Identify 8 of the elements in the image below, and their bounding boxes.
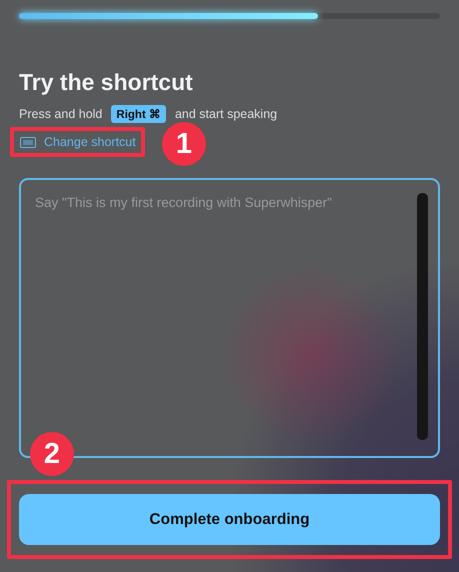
keyboard-icon — [20, 136, 36, 148]
instruction-text: and start speaking — [174, 107, 278, 121]
shortcut-key: Right ⌘ — [111, 105, 166, 123]
step-badge: 2 — [30, 432, 74, 476]
complete-onboarding-button[interactable]: Complete onboarding — [19, 494, 440, 545]
instruction-text: Press and hold — [19, 107, 102, 121]
page-title: Try the shortcut — [19, 69, 194, 96]
step-badge: 1 — [162, 122, 206, 166]
